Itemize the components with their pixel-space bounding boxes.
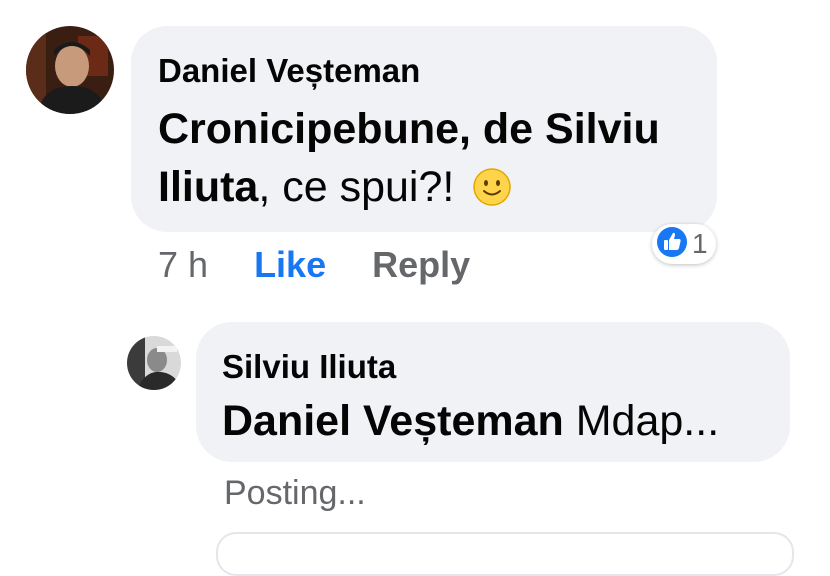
like-button[interactable]: Like <box>254 244 326 285</box>
mention-link[interactable]: Daniel Veșteman <box>222 397 564 445</box>
comment-timestamp[interactable]: 7 h <box>158 244 208 285</box>
reply-author[interactable]: Silviu Iliuta <box>222 348 396 386</box>
mention-link[interactable]: Cronicipebune, de Silviu <box>158 105 660 153</box>
thumbs-up-icon <box>656 226 688 263</box>
slightly-smiling-face-icon <box>472 164 512 206</box>
comment-text: Cronicipebune, de Silviu Iliuta, ce spui… <box>158 100 660 216</box>
posting-status: Posting... <box>224 474 366 512</box>
reply-body: Mdap... <box>575 397 720 445</box>
comment-author[interactable]: Daniel Veșteman <box>158 52 420 90</box>
avatar-photo <box>26 26 114 114</box>
comment-body: , ce spui?! <box>258 163 455 211</box>
avatar-photo <box>127 336 181 390</box>
reaction-badge[interactable]: 1 <box>652 224 716 264</box>
reaction-count: 1 <box>692 228 708 259</box>
reply-avatar[interactable] <box>127 336 181 390</box>
comment-actions: 7 h Like Reply <box>158 244 470 286</box>
avatar[interactable] <box>26 26 114 114</box>
comment-input-edge[interactable] <box>216 532 794 576</box>
reply-button[interactable]: Reply <box>372 244 470 285</box>
mention-link-continued[interactable]: Iliuta <box>158 163 258 211</box>
reply-text: Daniel Veșteman Mdap... <box>222 392 719 450</box>
